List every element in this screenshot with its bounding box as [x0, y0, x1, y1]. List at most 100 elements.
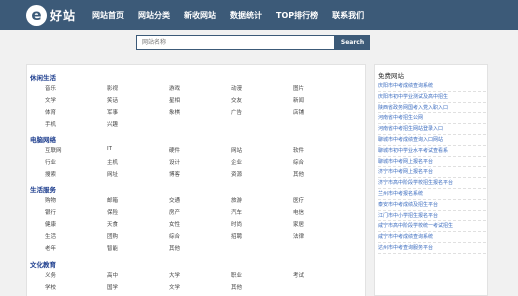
- category-link[interactable]: 高中: [107, 271, 169, 279]
- search-button[interactable]: Search: [335, 35, 370, 50]
- category-link[interactable]: 主机: [107, 158, 169, 166]
- category-link[interactable]: 广告: [231, 108, 293, 116]
- category-link[interactable]: 交通: [169, 196, 231, 204]
- category-link[interactable]: 法律: [293, 232, 355, 240]
- category-link[interactable]: 生活: [45, 232, 107, 240]
- category-link[interactable]: 团购: [107, 232, 169, 240]
- sidebar-link[interactable]: 咸宁市高中阶段学校统一考试招生: [378, 221, 486, 233]
- sidebar-link[interactable]: 河南省中考招生公网: [378, 113, 486, 125]
- category-link[interactable]: 职业: [231, 271, 293, 279]
- category-link[interactable]: 动漫: [231, 84, 293, 92]
- sidebar-link[interactable]: 聊城市中考成绩查询入口网站: [378, 135, 486, 146]
- category-row: 文学 笑话 星相 交友 新闻: [45, 96, 355, 104]
- category-link[interactable]: 保险: [107, 208, 169, 216]
- category-link[interactable]: 搜索: [45, 170, 107, 178]
- category-link[interactable]: 手机: [45, 120, 107, 128]
- category-link[interactable]: 企业: [231, 158, 293, 166]
- nav-categories[interactable]: 网站分类: [138, 10, 170, 21]
- category-link[interactable]: 家居: [293, 220, 355, 228]
- nav-home[interactable]: 网站首页: [92, 10, 124, 21]
- category-link[interactable]: 老年: [45, 244, 107, 252]
- category-link[interactable]: 综合: [293, 158, 355, 166]
- category-link[interactable]: 行业: [45, 158, 107, 166]
- category-link[interactable]: 其他: [231, 283, 293, 291]
- category-link[interactable]: 军事: [107, 108, 169, 116]
- category-link[interactable]: 医疗: [293, 196, 355, 204]
- category-link[interactable]: 图片: [293, 84, 355, 92]
- category-link[interactable]: 综合: [169, 232, 231, 240]
- search-input[interactable]: [136, 35, 335, 50]
- category-link[interactable]: 其他: [169, 244, 231, 252]
- category-row: 学校 国学 文学 其他: [45, 283, 293, 291]
- category-link[interactable]: 银行: [45, 208, 107, 216]
- sidebar-link[interactable]: 泰安市中考成绩及招生平台: [378, 200, 486, 211]
- category-link[interactable]: 电信: [293, 208, 355, 216]
- category-title[interactable]: 电脑网络: [30, 134, 56, 144]
- category-link[interactable]: 文学: [169, 283, 231, 291]
- category-row: 生活 团购 综合 招聘 法律: [45, 232, 355, 240]
- nav-statistics[interactable]: 数据统计: [230, 10, 262, 21]
- category-row: 行业 主机 设计 企业 综合: [45, 158, 355, 166]
- sidebar-link[interactable]: 庆阳市中考成绩查询系统: [378, 81, 486, 92]
- category-link[interactable]: 时尚: [231, 220, 293, 228]
- sidebar-link[interactable]: 陕西省政务网国考入党入职入口: [378, 103, 486, 114]
- category-link[interactable]: 笑话: [107, 96, 169, 104]
- category-link[interactable]: 文学: [45, 96, 107, 104]
- sidebar-link[interactable]: 聊城市初中学业水平考试查看系: [378, 146, 486, 157]
- category-link[interactable]: IT: [107, 146, 169, 154]
- category-link[interactable]: 考试: [293, 271, 355, 279]
- sidebar-link[interactable]: 济宁市中考网上报名平台: [378, 167, 486, 179]
- category-link[interactable]: 女性: [169, 220, 231, 228]
- category-link[interactable]: 邮箱: [107, 196, 169, 204]
- category-title[interactable]: 生活服务: [30, 184, 56, 194]
- category-link[interactable]: 新闻: [293, 96, 355, 104]
- category-link[interactable]: 天食: [107, 220, 169, 228]
- sidebar-link[interactable]: 聊城市中考网上报名平台: [378, 157, 486, 168]
- category-link[interactable]: 星相: [169, 96, 231, 104]
- sidebar-link[interactable]: 咸宁市中考成绩查询系统: [378, 232, 486, 243]
- category-link[interactable]: 网站: [231, 146, 293, 154]
- nav-top-ranking[interactable]: TOP排行榜: [276, 10, 318, 21]
- category-link[interactable]: 兴趣: [107, 120, 169, 128]
- category-link[interactable]: 其他: [293, 170, 355, 178]
- category-link[interactable]: 房产: [169, 208, 231, 216]
- category-link[interactable]: 智能: [107, 244, 169, 252]
- category-link[interactable]: 象棋: [169, 108, 231, 116]
- logo[interactable]: e 好站: [26, 3, 76, 27]
- category-link[interactable]: 汽车: [231, 208, 293, 216]
- category-link[interactable]: 国学: [107, 283, 169, 291]
- sidebar-link[interactable]: 达州市中考查询服务平台: [378, 243, 486, 254]
- nav-contact[interactable]: 联系我们: [332, 10, 364, 21]
- sidebar-link[interactable]: 江门市中小学招生报名平台: [378, 211, 486, 222]
- category-link[interactable]: 体育: [45, 108, 107, 116]
- sidebar-list: 庆阳市中考成绩查询系统 庆阳市初中学业测试及高中招生 陕西省政务网国考入党入职入…: [378, 81, 486, 254]
- sidebar-link[interactable]: 济宁市高中阶段学校招生报名平台: [378, 178, 486, 189]
- category-title[interactable]: 文化教育: [30, 259, 56, 269]
- category-link[interactable]: 义务: [45, 271, 107, 279]
- category-link[interactable]: 店铺: [293, 108, 355, 116]
- category-link[interactable]: 资源: [231, 170, 293, 178]
- category-link[interactable]: 购物: [45, 196, 107, 204]
- category-link[interactable]: 软件: [293, 146, 355, 154]
- category-link[interactable]: 招聘: [231, 232, 293, 240]
- nav-new-sites[interactable]: 新收网站: [184, 10, 216, 21]
- sidebar-link[interactable]: 兰州市中考报名系统: [378, 189, 486, 200]
- category-link[interactable]: 影视: [107, 84, 169, 92]
- category-link[interactable]: 旅游: [231, 196, 293, 204]
- category-panel: 休闲生活 音乐 影视 游戏 动漫 图片 文学 笑话 星相 交友 新闻 体育 军事…: [26, 64, 366, 296]
- sidebar-link[interactable]: 庆阳市初中学业测试及高中招生: [378, 92, 486, 103]
- category-link[interactable]: 网址: [107, 170, 169, 178]
- category-link[interactable]: 硬件: [169, 146, 231, 154]
- category-title[interactable]: 休闲生活: [30, 72, 56, 82]
- category-link[interactable]: 音乐: [45, 84, 107, 92]
- category-link[interactable]: 健康: [45, 220, 107, 228]
- sidebar-link[interactable]: 河南省中考招生网站登录入口: [378, 124, 486, 135]
- category-link[interactable]: 互联网: [45, 146, 107, 154]
- category-link[interactable]: 设计: [169, 158, 231, 166]
- category-link[interactable]: 学校: [45, 283, 107, 291]
- category-link[interactable]: 博客: [169, 170, 231, 178]
- category-row: 体育 军事 象棋 广告 店铺: [45, 108, 355, 116]
- category-link[interactable]: 游戏: [169, 84, 231, 92]
- category-link[interactable]: 大学: [169, 271, 231, 279]
- category-link[interactable]: 交友: [231, 96, 293, 104]
